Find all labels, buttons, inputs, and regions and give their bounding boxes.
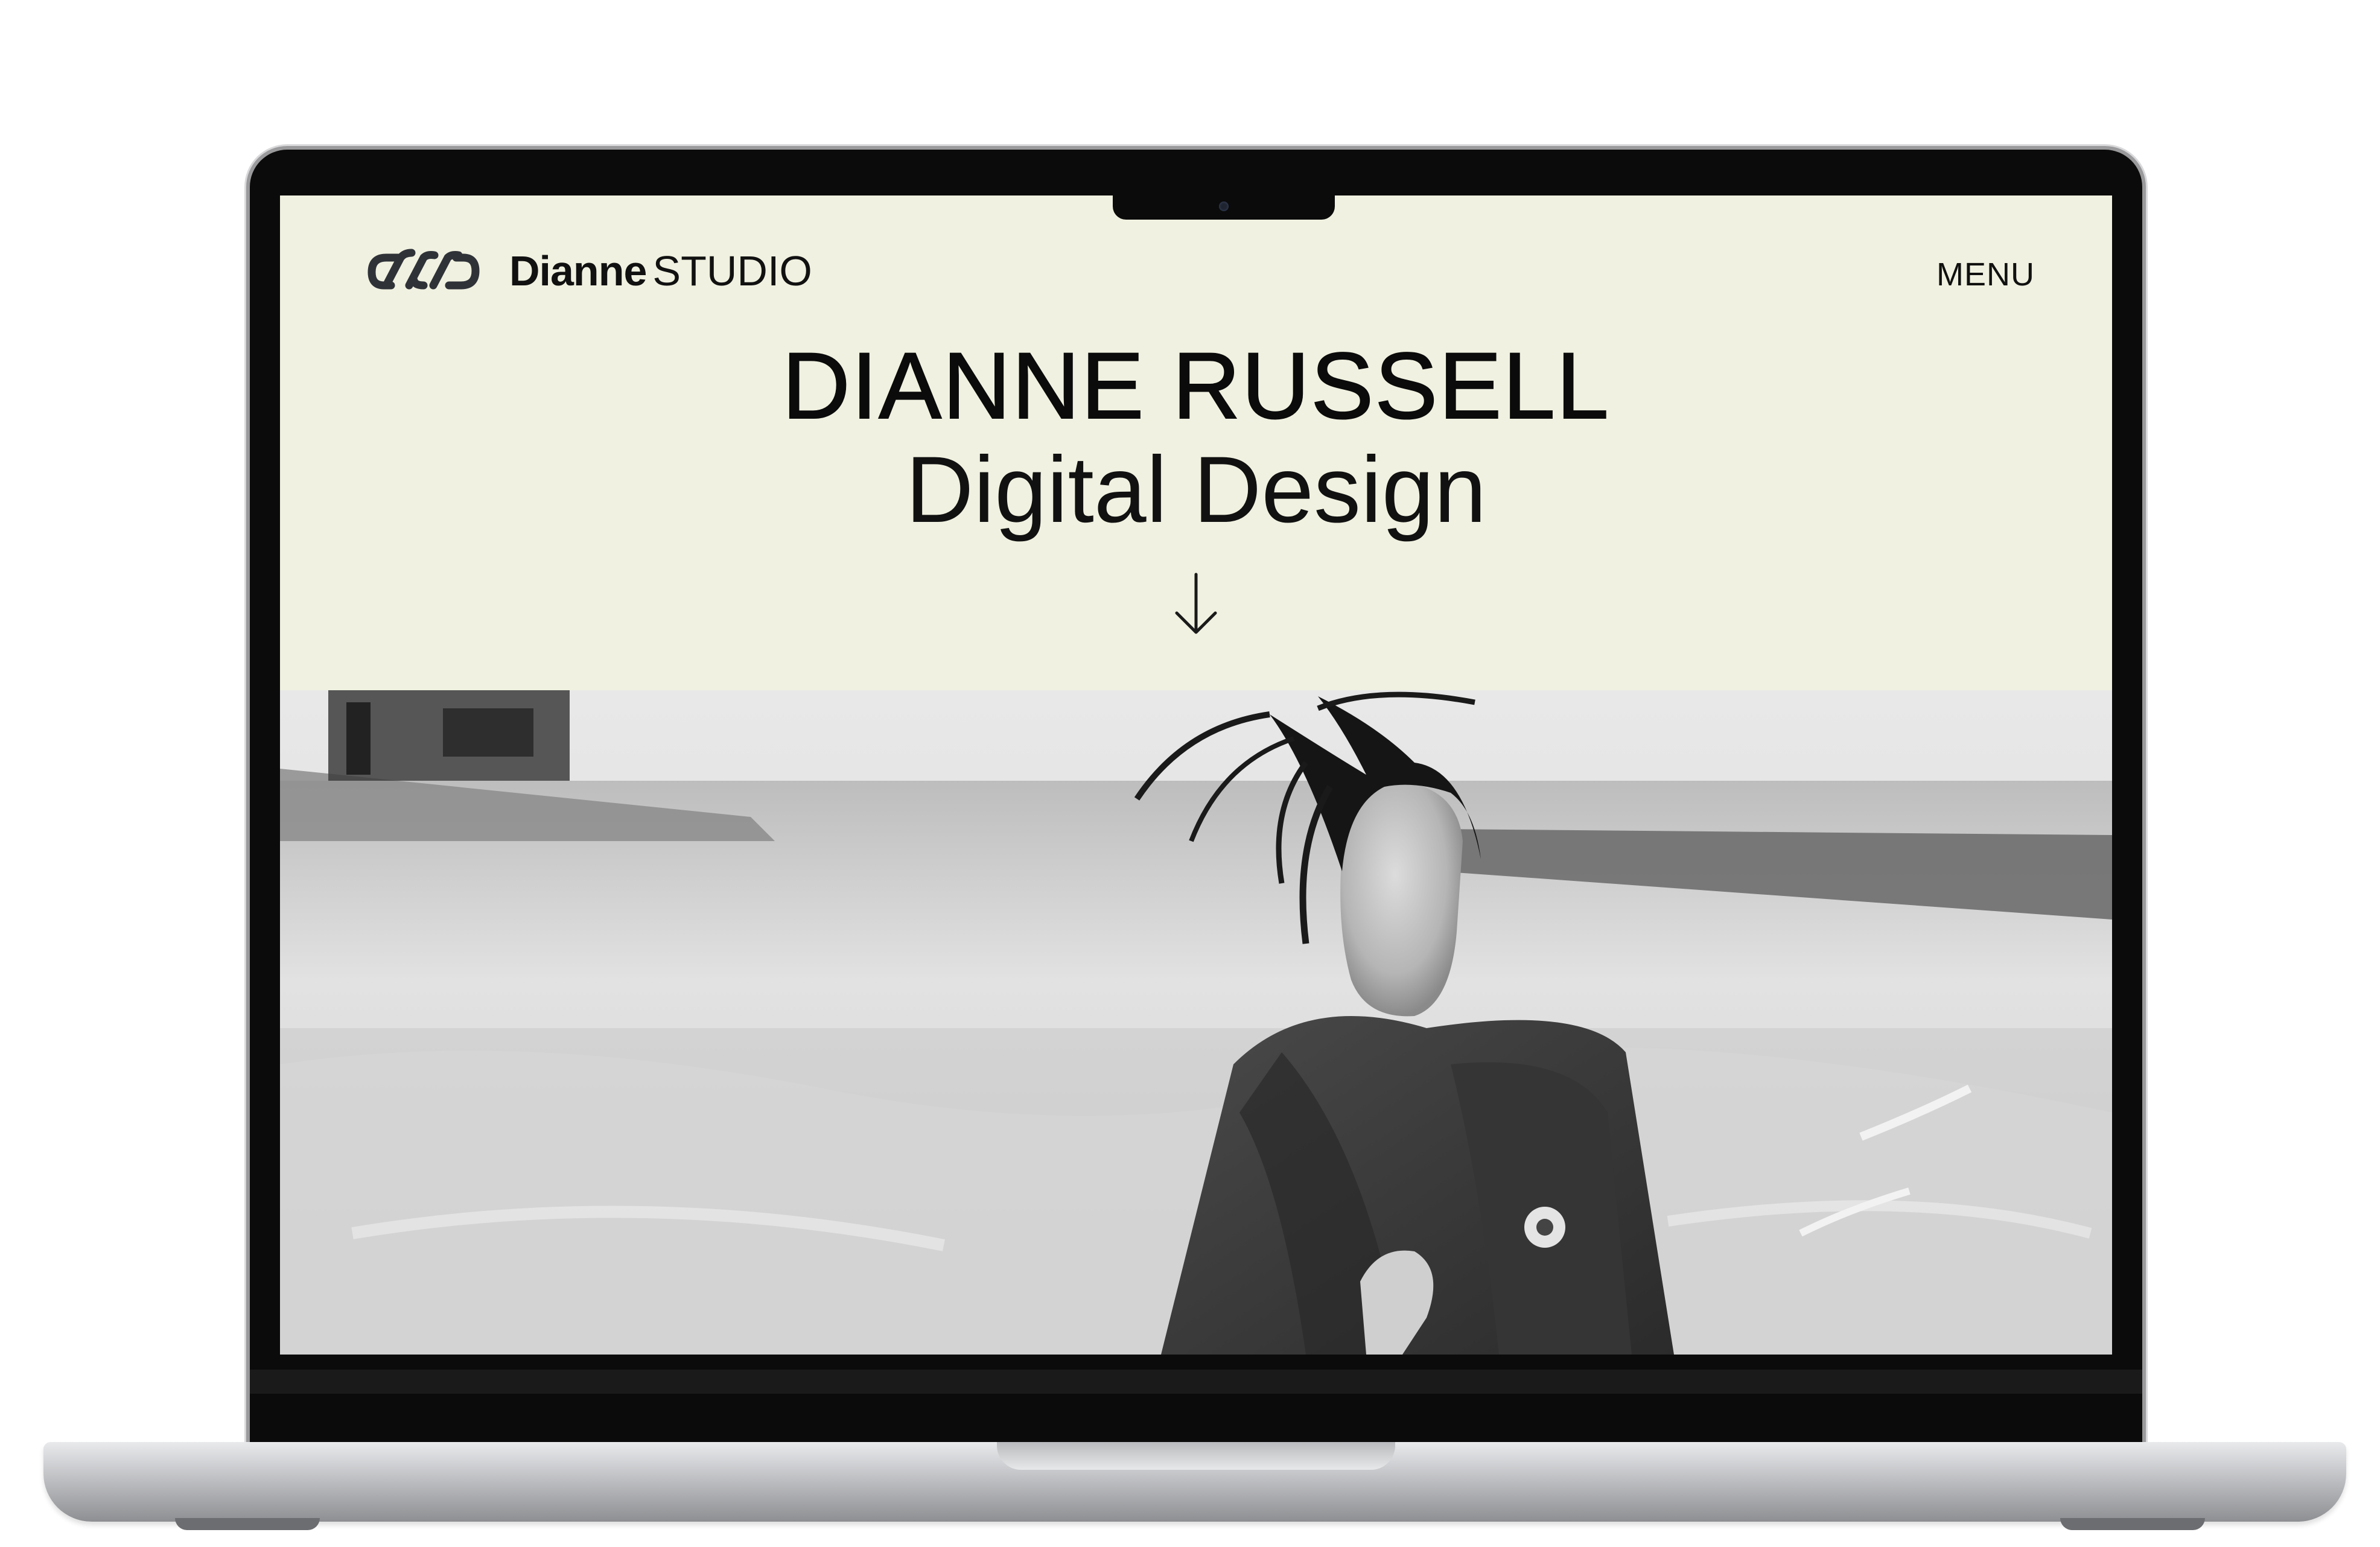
menu-button[interactable]: MENU <box>1936 256 2035 293</box>
lid-opening-notch <box>997 1442 1395 1470</box>
camera-notch <box>1113 195 1335 220</box>
laptop-base <box>43 1442 2346 1522</box>
linked-loops-icon <box>368 249 480 290</box>
website-screen: Dianne STUDIO MENU DIANNE RUSSELL Digita… <box>280 195 2112 1355</box>
arrow-down-icon[interactable] <box>1166 571 1226 637</box>
camera-icon <box>1219 202 1229 211</box>
hero-section: DIANNE RUSSELL Digital Design <box>280 334 2112 542</box>
brand-name: Dianne <box>509 247 647 294</box>
left-foot <box>175 1518 320 1530</box>
lower-bezel <box>250 1370 2142 1394</box>
right-foot <box>2060 1518 2205 1530</box>
hero-photo <box>280 690 2112 1355</box>
brand-suffix: STUDIO <box>652 247 812 294</box>
brand-logo-link[interactable]: Dianne STUDIO <box>363 244 812 298</box>
laptop-lid: Dianne STUDIO MENU DIANNE RUSSELL Digita… <box>250 150 2142 1455</box>
hero-subtitle: Digital Design <box>905 437 1487 542</box>
hero-title: DIANNE RUSSELL <box>781 334 1610 439</box>
device-mockup: Dianne STUDIO MENU DIANNE RUSSELL Digita… <box>0 0 2380 1547</box>
